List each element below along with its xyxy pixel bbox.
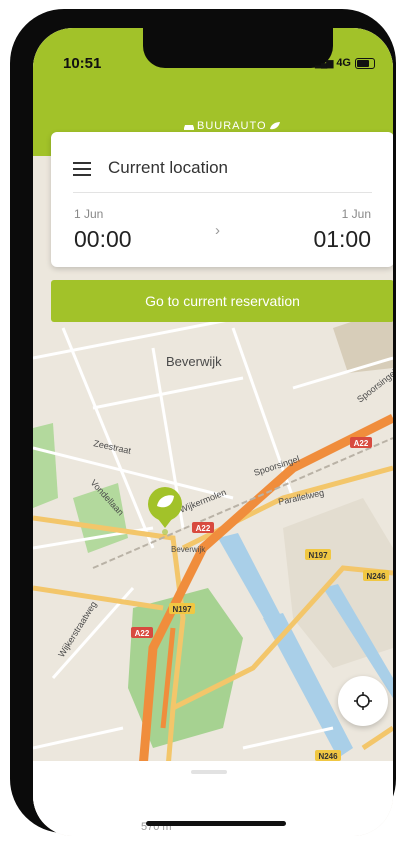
battery-icon [355, 57, 375, 69]
search-card: Current location 1 Jun 00:00 › 1 Jun 01:… [51, 132, 393, 267]
app-screen: A22 A22 A22 N197 N197 N246 N246 Beverwij… [33, 28, 393, 836]
home-indicator [146, 821, 286, 826]
go-to-reservation-button[interactable]: Go to current reservation [51, 280, 393, 322]
phone-frame: A22 A22 A22 N197 N197 N246 N246 Beverwij… [10, 9, 396, 836]
hamburger-menu-icon[interactable] [73, 162, 91, 176]
status-indicators: ▂▄▆ 4G [315, 57, 375, 69]
start-time[interactable]: 00:00 [74, 226, 132, 253]
device-notch [143, 28, 333, 68]
status-time: 10:51 [63, 55, 102, 72]
station-label: Beverwijk [171, 545, 206, 554]
location-title[interactable]: Current location [108, 158, 228, 178]
locate-me-button[interactable] [338, 676, 388, 726]
a22-shield: A22 [135, 629, 150, 638]
brand-logo: BUURAUTO [183, 120, 281, 132]
a22-shield: A22 [354, 439, 369, 448]
city-label: Beverwijk [166, 354, 222, 369]
n246-shield: N246 [318, 752, 338, 761]
end-time[interactable]: 01:00 [313, 226, 371, 253]
network-type: 4G [336, 57, 351, 69]
card-divider [73, 192, 372, 193]
a22-shield: A22 [196, 524, 211, 533]
leaf-icon [269, 122, 280, 130]
sheet-drag-handle[interactable] [191, 770, 227, 774]
end-date[interactable]: 1 Jun [342, 207, 371, 221]
signal-icon: ▂▄▆ [315, 57, 333, 68]
crosshair-icon [354, 692, 372, 710]
n246-shield: N246 [366, 572, 386, 581]
n197-shield: N197 [172, 605, 192, 614]
car-icon [184, 124, 194, 130]
chevron-right-icon: › [215, 222, 220, 239]
brand-name: BUURAUTO [197, 120, 267, 132]
n197-shield: N197 [308, 551, 328, 560]
start-date[interactable]: 1 Jun [74, 207, 103, 221]
